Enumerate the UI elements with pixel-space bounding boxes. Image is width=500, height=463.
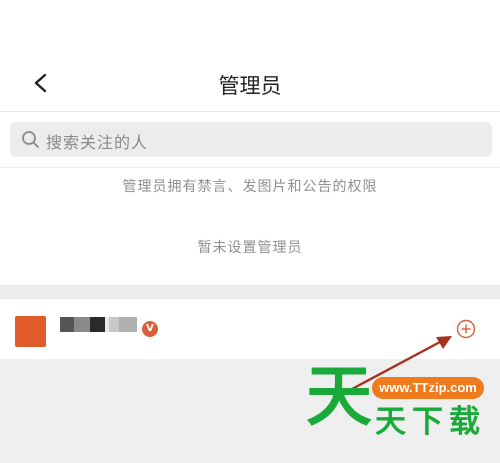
search-icon: [22, 131, 39, 148]
nav-bar: 管理员: [0, 55, 500, 112]
search-placeholder: 搜索关注的人: [46, 133, 149, 152]
user-list-item[interactable]: V: [0, 299, 500, 359]
page-title: 管理员: [218, 74, 282, 98]
avatar: [15, 316, 46, 347]
section-gap: [0, 285, 500, 299]
main-panel: 管理员 搜索关注的人 管理员拥有禁言、发图片和公告的权限 暂未设置管理员: [0, 0, 500, 285]
divider: [0, 167, 500, 168]
empty-state-text: 暂未设置管理员: [197, 240, 303, 256]
search-input[interactable]: 搜索关注的人: [10, 122, 492, 157]
verified-badge: V: [142, 321, 158, 337]
watermark-url: www.TTzip.com: [372, 377, 484, 399]
plus-circle-icon[interactable]: [456, 319, 476, 339]
watermark-big-char: 天: [306, 358, 372, 435]
watermark-text: 天下载: [375, 404, 486, 440]
user-name-blurred: [60, 317, 140, 332]
permission-info-text: 管理员拥有禁言、发图片和公告的权限: [122, 179, 378, 195]
